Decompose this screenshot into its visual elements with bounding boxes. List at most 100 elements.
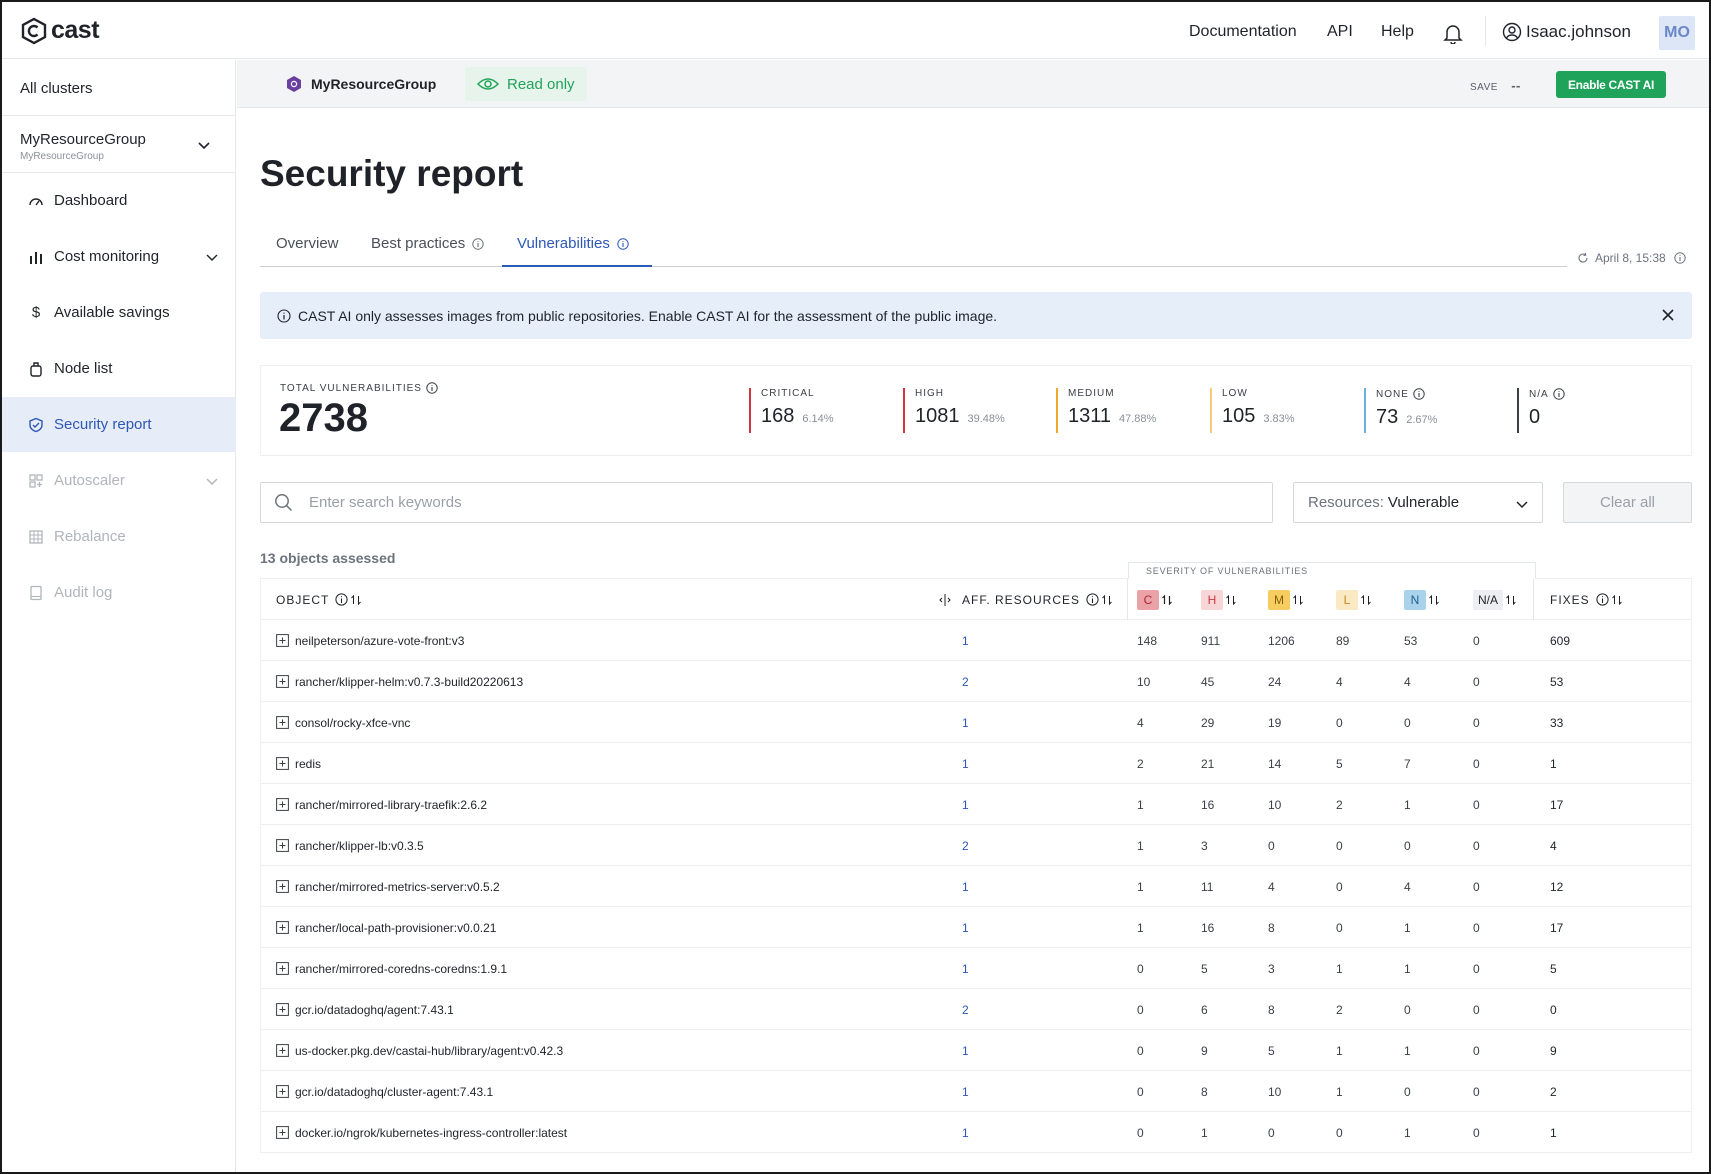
- enable-cast-ai-button[interactable]: Enable CAST AI: [1556, 71, 1666, 98]
- expand-icon[interactable]: [276, 757, 289, 770]
- sidebar-item-rebalance[interactable]: Rebalance: [2, 509, 236, 564]
- info-icon[interactable]: [1086, 593, 1099, 606]
- sidebar-item-dashboard[interactable]: Dashboard: [2, 173, 236, 228]
- chevron-down-icon[interactable]: [204, 249, 220, 265]
- info-icon[interactable]: [1596, 593, 1609, 606]
- sidebar-item-autoscaler[interactable]: Autoscaler: [2, 453, 236, 508]
- table-row[interactable]: rancher/local-path-provisioner:v0.0.21 1 1…: [261, 907, 1691, 948]
- expand-icon[interactable]: [276, 1126, 289, 1139]
- expand-icon[interactable]: [276, 1085, 289, 1098]
- tab-overview[interactable]: Overview: [276, 228, 339, 267]
- aff-resources-link[interactable]: 1: [962, 784, 969, 825]
- column-aff-resources[interactable]: AFF. RESOURCES: [962, 579, 1113, 620]
- expand-icon[interactable]: [276, 675, 289, 688]
- expand-icon[interactable]: [276, 716, 289, 729]
- column-medium[interactable]: M: [1268, 579, 1304, 620]
- tab-best-practices[interactable]: Best practices: [371, 228, 484, 267]
- sort-icon[interactable]: [1505, 594, 1517, 606]
- expand-icon[interactable]: [276, 962, 289, 975]
- expand-icon[interactable]: [276, 1044, 289, 1057]
- info-icon[interactable]: [335, 593, 348, 606]
- table-row[interactable]: rancher/klipper-lb:v0.3.5 2 1 3 0 0 0 0 4: [261, 825, 1691, 866]
- sidebar-item-cost-monitoring[interactable]: Cost monitoring: [2, 229, 236, 284]
- aff-resources-link[interactable]: 1: [962, 948, 969, 989]
- aff-resources-link[interactable]: 1: [962, 1030, 969, 1071]
- sidebar-item-audit-log[interactable]: Audit log: [2, 565, 236, 620]
- table-row[interactable]: us-docker.pkg.dev/castai-hub/library/age…: [261, 1030, 1691, 1071]
- expand-icon[interactable]: [276, 634, 289, 647]
- sidebar-item-security-report[interactable]: Security report: [2, 397, 236, 452]
- expand-icon[interactable]: [276, 798, 289, 811]
- help-link[interactable]: Help: [1381, 23, 1414, 41]
- tab-label: Best practices: [371, 235, 466, 252]
- aff-resources-link[interactable]: 2: [962, 661, 969, 702]
- sidebar-item-available-savings[interactable]: $ Available savings: [2, 285, 236, 340]
- table-row[interactable]: rancher/klipper-helm:v0.7.3-build2022061…: [261, 661, 1691, 702]
- column-none[interactable]: N: [1404, 579, 1440, 620]
- info-icon[interactable]: [617, 238, 629, 250]
- table-row[interactable]: rancher/mirrored-coredns-coredns:1.9.1 1 0…: [261, 948, 1691, 989]
- info-icon[interactable]: [1413, 388, 1425, 400]
- close-icon[interactable]: [1660, 307, 1676, 323]
- aff-resources-link[interactable]: 2: [962, 989, 969, 1030]
- cluster-selector[interactable]: MyResourceGroup: [20, 131, 146, 148]
- resize-column-icon[interactable]: [938, 593, 952, 607]
- aff-resources-link[interactable]: 1: [962, 743, 969, 784]
- chevron-down-icon[interactable]: [204, 473, 220, 489]
- expand-icon[interactable]: [276, 921, 289, 934]
- user-menu[interactable]: Isaac.johnson: [1502, 22, 1631, 42]
- search-input[interactable]: [309, 494, 1209, 511]
- aff-resources-link[interactable]: 2: [962, 825, 969, 866]
- aff-resources-link[interactable]: 1: [962, 1112, 969, 1153]
- column-object[interactable]: OBJECT: [276, 579, 362, 620]
- severity-critical: CRITICAL 168 6.14%: [749, 388, 834, 433]
- bell-icon[interactable]: [1442, 22, 1464, 44]
- expand-icon[interactable]: [276, 1003, 289, 1016]
- aff-resources-link[interactable]: 1: [962, 866, 969, 907]
- table-row[interactable]: gcr.io/datadoghq/agent:7.43.1 2 0 6 8 2 0 0 0: [261, 989, 1691, 1030]
- api-link[interactable]: API: [1327, 23, 1353, 41]
- table-row[interactable]: gcr.io/datadoghq/cluster-agent:7.43.1 1 0 8…: [261, 1071, 1691, 1112]
- info-icon[interactable]: [472, 238, 484, 250]
- column-high[interactable]: H: [1201, 579, 1237, 620]
- table-row[interactable]: rancher/mirrored-metrics-server:v0.5.2 1 1…: [261, 866, 1691, 907]
- expand-icon[interactable]: [276, 880, 289, 893]
- table-row[interactable]: redis 1 2 21 14 5 7 0 1: [261, 743, 1691, 784]
- table-row[interactable]: neilpeterson/azure-vote-front:v3 1 148 911 1…: [261, 620, 1691, 661]
- all-clusters-link[interactable]: All clusters: [20, 80, 93, 97]
- table-row[interactable]: docker.io/ngrok/kubernetes-ingress-contr…: [261, 1112, 1691, 1153]
- severity-percent: 2.67%: [1406, 414, 1438, 426]
- sidebar-item-node-list[interactable]: Node list: [2, 341, 236, 396]
- search-box[interactable]: [260, 482, 1273, 523]
- expand-icon[interactable]: [276, 839, 289, 852]
- tab-vulnerabilities[interactable]: Vulnerabilities: [502, 228, 652, 267]
- column-fixes[interactable]: FIXES: [1550, 579, 1623, 620]
- column-low[interactable]: L: [1336, 579, 1372, 620]
- sort-icon[interactable]: [1161, 594, 1173, 606]
- info-icon[interactable]: [426, 382, 438, 394]
- info-icon[interactable]: [1552, 388, 1565, 400]
- sort-icon[interactable]: [1360, 594, 1372, 606]
- chevron-down-icon[interactable]: [196, 137, 212, 153]
- clear-all-button[interactable]: Clear all: [1563, 482, 1692, 523]
- sort-icon[interactable]: [1292, 594, 1304, 606]
- aff-resources-link[interactable]: 1: [962, 620, 969, 661]
- cast-logo[interactable]: cast: [20, 16, 100, 45]
- table-row[interactable]: consol/rocky-xfce-vnc 1 4 29 19 0 0 0 33: [261, 702, 1691, 743]
- aff-resources-link[interactable]: 1: [962, 702, 969, 743]
- sort-icon[interactable]: [1428, 594, 1440, 606]
- aff-resources-link[interactable]: 1: [962, 907, 969, 948]
- sort-icon[interactable]: [1101, 594, 1113, 606]
- sort-icon[interactable]: [1611, 594, 1623, 606]
- resources-filter-select[interactable]: Resources: Vulnerable: [1293, 482, 1543, 523]
- column-critical[interactable]: C: [1137, 579, 1173, 620]
- documentation-link[interactable]: Documentation: [1189, 23, 1297, 41]
- column-na[interactable]: N/A: [1473, 579, 1517, 620]
- aff-resources-link[interactable]: 1: [962, 1071, 969, 1112]
- info-icon[interactable]: [1674, 252, 1686, 264]
- avatar[interactable]: MO: [1659, 16, 1695, 50]
- sort-icon[interactable]: [350, 594, 362, 606]
- refresh-icon[interactable]: [1577, 252, 1589, 264]
- sort-icon[interactable]: [1225, 594, 1237, 606]
- table-row[interactable]: rancher/mirrored-library-traefik:2.6.2 1 1…: [261, 784, 1691, 825]
